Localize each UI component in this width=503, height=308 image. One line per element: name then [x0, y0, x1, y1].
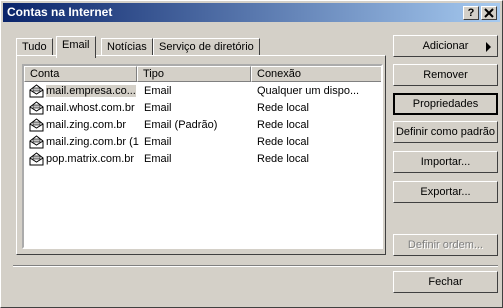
tab-tudo[interactable]: Tudo — [16, 38, 53, 56]
remove-button[interactable]: Remover — [393, 64, 498, 86]
close-icon — [484, 8, 494, 18]
table-row[interactable]: pop.matrix.com.br Email Rede local — [24, 151, 381, 168]
mail-account-icon — [29, 101, 44, 115]
separator — [13, 265, 498, 267]
cell-conta: mail.whost.com.br — [46, 102, 135, 114]
title-bar[interactable]: Contas na Internet ? — [3, 3, 500, 22]
set-default-button[interactable]: Definir como padrão — [393, 121, 498, 143]
close-button[interactable]: Fechar — [393, 271, 498, 293]
table-row[interactable]: mail.zing.com.br (1) Email Rede local — [24, 134, 381, 151]
list-header: Conta Tipo Conexão — [24, 66, 381, 82]
cell-tipo: Email — [144, 85, 172, 97]
accounts-list[interactable]: Conta Tipo Conexão mail.empresa.co... Em… — [22, 64, 383, 249]
cell-conta: mail.zing.com.br — [46, 119, 127, 131]
dialog-window: Contas na Internet ? Tudo Email Notícias… — [0, 0, 503, 308]
add-button-label: Adicionar — [422, 40, 469, 52]
table-row[interactable]: mail.zing.com.br Email (Padrão) Rede loc… — [24, 117, 381, 134]
cell-tipo: Email — [144, 136, 172, 148]
cell-tipo: Email (Padrão) — [144, 119, 218, 131]
mail-account-icon — [29, 84, 44, 98]
column-header-conexao[interactable]: Conexão — [251, 66, 381, 82]
cell-conexao: Rede local — [257, 102, 309, 114]
table-row[interactable]: mail.whost.com.br Email Rede local — [24, 100, 381, 117]
properties-button[interactable]: Propriedades — [393, 93, 498, 115]
cell-tipo: Email — [144, 102, 172, 114]
column-header-tipo[interactable]: Tipo — [137, 66, 251, 82]
tab-email[interactable]: Email — [56, 36, 96, 58]
cell-conta: pop.matrix.com.br — [46, 153, 135, 165]
import-button[interactable]: Importar... — [393, 151, 498, 173]
help-button[interactable]: ? — [463, 6, 479, 20]
mail-account-icon — [29, 152, 44, 166]
set-order-button[interactable]: Definir ordem... — [393, 234, 498, 256]
cell-conexao: Qualquer um dispo... — [257, 85, 360, 97]
column-header-conta[interactable]: Conta — [24, 66, 137, 82]
window-title: Contas na Internet — [7, 5, 113, 19]
cell-conexao: Rede local — [257, 136, 309, 148]
cell-conexao: Rede local — [257, 153, 309, 165]
mail-account-icon — [29, 118, 44, 132]
tab-noticias[interactable]: Notícias — [101, 38, 153, 56]
tab-servico-diretorio[interactable]: Serviço de diretório — [153, 38, 260, 56]
cell-tipo: Email — [144, 153, 172, 165]
mail-account-icon — [29, 135, 44, 149]
table-row[interactable]: mail.empresa.co... Email Qualquer um dis… — [24, 83, 381, 100]
arrow-right-icon — [486, 42, 491, 52]
cell-conta: mail.zing.com.br (1) — [46, 136, 139, 148]
export-button[interactable]: Exportar... — [393, 181, 498, 203]
add-button[interactable]: Adicionar — [393, 35, 498, 57]
close-window-button[interactable] — [481, 6, 497, 20]
cell-conexao: Rede local — [257, 119, 309, 131]
cell-conta: mail.empresa.co... — [46, 85, 136, 97]
